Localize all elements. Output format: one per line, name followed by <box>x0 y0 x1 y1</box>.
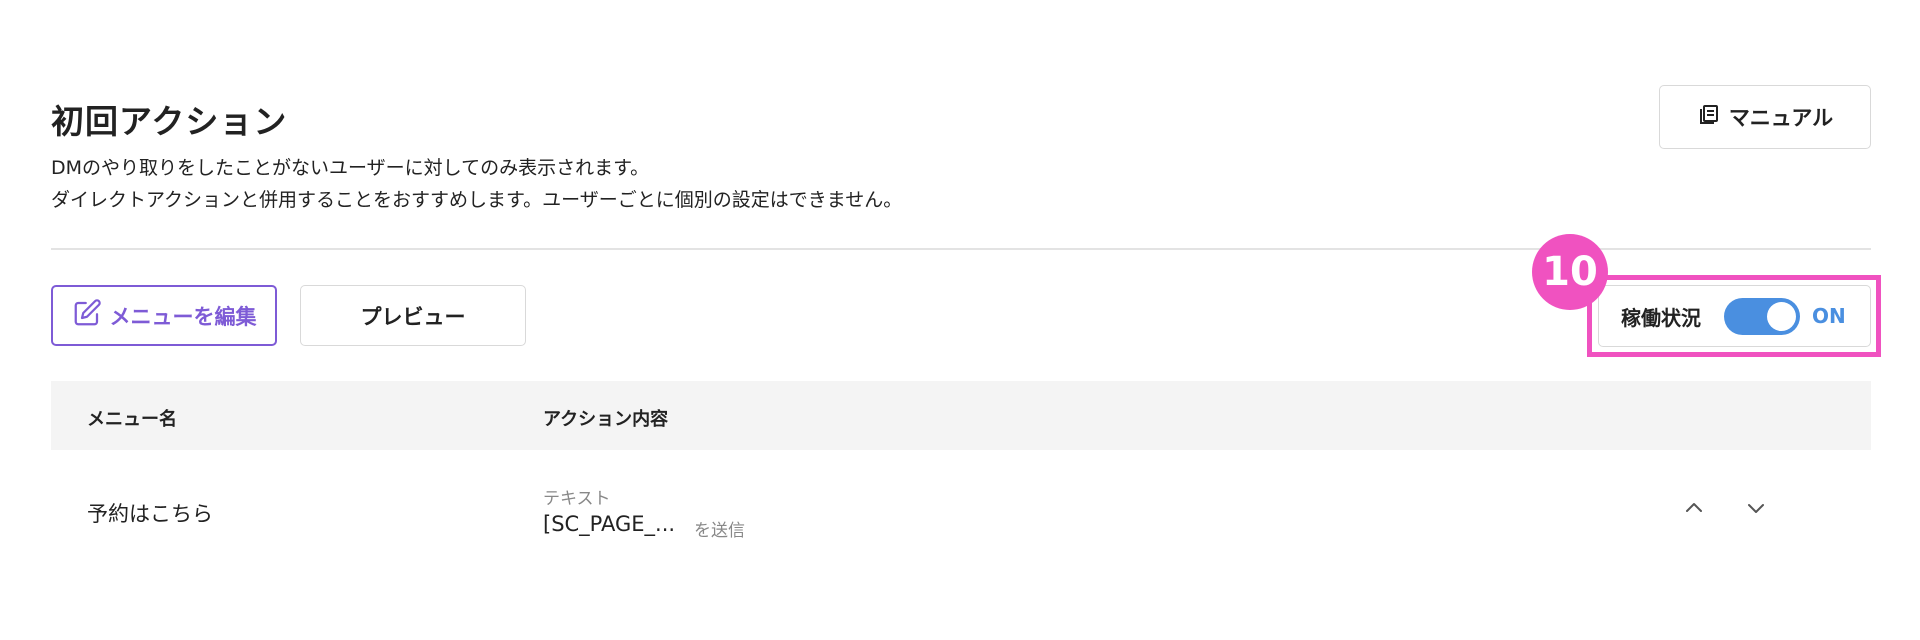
toggle-knob <box>1767 301 1796 331</box>
description-line-2: ダイレクトアクションと併用することをおすすめします。ユーザーごとに個別の設定はで… <box>51 189 903 211</box>
toggle-state-text: ON <box>1812 304 1846 328</box>
move-down-button[interactable] <box>1738 492 1774 528</box>
status-panel: 稼働状況 ON <box>1598 285 1871 347</box>
page-title: 初回アクション <box>51 102 288 141</box>
edit-menu-button[interactable]: メニューを編集 <box>51 285 277 346</box>
menu-name-cell: 予約はこちら <box>87 502 213 526</box>
status-label: 稼働状況 <box>1621 305 1701 330</box>
preview-button[interactable]: プレビュー <box>300 285 526 346</box>
column-header-action: アクション内容 <box>543 409 669 430</box>
action-text-value: [SC_PAGE_... <box>543 512 676 536</box>
table-header: メニュー名 アクション内容 <box>51 381 1871 450</box>
edit-icon <box>72 298 102 333</box>
action-suffix-label: を送信 <box>694 521 745 541</box>
step-number-badge: 10 <box>1532 234 1608 310</box>
column-header-menu-name: メニュー名 <box>87 409 177 430</box>
chevron-down-icon <box>1744 496 1768 524</box>
book-icon <box>1697 103 1721 132</box>
manual-button-label: マニュアル <box>1728 106 1834 130</box>
move-up-button[interactable] <box>1676 492 1712 528</box>
table-row: 予約はこちら テキスト [SC_PAGE_... を送信 <box>51 450 1871 575</box>
manual-button[interactable]: マニュアル <box>1659 85 1871 149</box>
chevron-up-icon <box>1682 496 1706 524</box>
preview-button-label: プレビュー <box>360 304 466 329</box>
action-type-label: テキスト <box>543 489 611 509</box>
description-line-1: DMのやり取りをしたことがないユーザーに対してのみ表示されます。 <box>51 157 650 179</box>
status-toggle[interactable] <box>1724 297 1800 335</box>
edit-menu-button-label: メニューを編集 <box>109 304 257 329</box>
